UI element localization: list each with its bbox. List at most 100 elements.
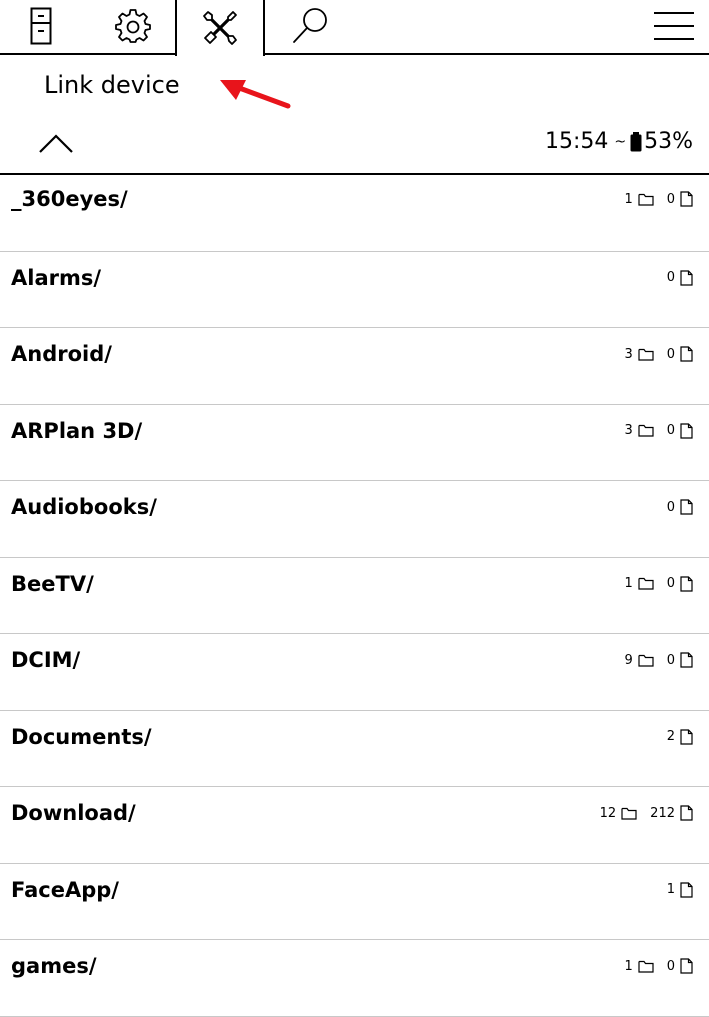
file-icon <box>680 652 693 668</box>
folder-icon-wrap <box>638 193 654 206</box>
status-bar: 15:54 ~ 53% <box>545 126 693 158</box>
list-item[interactable]: BeeTV/1 0 <box>0 558 709 634</box>
tab-search[interactable] <box>288 0 332 52</box>
folder-icon <box>638 348 654 361</box>
file-list: _360eyes/1 0 Alarms/0 Android/3 0 ARPlan 3D/3… <box>0 175 709 1017</box>
item-counts: 30 <box>624 346 693 362</box>
file-count: 0 <box>666 423 675 438</box>
folder-name: Audiobooks/ <box>11 495 157 519</box>
list-item[interactable]: DCIM/9 0 <box>0 634 709 711</box>
annotation-arrow-icon <box>220 80 291 109</box>
file-manager-icon <box>30 7 52 45</box>
file-count: 2 <box>666 729 675 744</box>
file-icon <box>680 346 693 362</box>
folder-icon <box>638 960 654 973</box>
folder-icon-wrap <box>638 654 654 667</box>
folder-icon-wrap <box>638 960 654 973</box>
folder-icon <box>621 807 637 820</box>
list-item[interactable]: ARPlan 3D/3 0 <box>0 405 709 481</box>
tools-icon <box>203 11 237 45</box>
file-icon-wrap <box>680 422 693 439</box>
folder-icon-wrap <box>638 577 654 590</box>
folder-icon <box>638 193 654 206</box>
folder-count: 3 <box>624 423 633 438</box>
chevron-up-icon <box>39 134 73 153</box>
list-item[interactable]: _360eyes/1 0 <box>0 175 709 252</box>
file-icon <box>680 881 693 898</box>
folder-name: BeeTV/ <box>11 571 94 596</box>
file-icon <box>680 269 693 286</box>
file-icon-wrap <box>680 269 693 286</box>
item-counts: 30 <box>624 422 693 439</box>
folder-icon <box>638 577 654 590</box>
folder-count: 1 <box>624 576 633 591</box>
file-icon-wrap <box>680 652 693 668</box>
folder-name: FaceApp/ <box>11 877 119 902</box>
file-count: 212 <box>650 805 675 821</box>
folder-name: Android/ <box>11 342 112 366</box>
folder-name: Alarms/ <box>11 265 102 290</box>
top-tab-bar <box>0 0 709 56</box>
file-count: 0 <box>666 576 675 591</box>
list-item[interactable]: Documents/2 <box>0 711 709 787</box>
folder-count: 1 <box>624 191 633 207</box>
item-counts: 12 212 <box>600 805 693 821</box>
folder-name: Download/ <box>11 801 136 825</box>
menu-button[interactable] <box>650 0 698 52</box>
link-device-menu-item[interactable]: Link device <box>44 68 180 102</box>
clock-time: 15:54 <box>544 129 609 154</box>
item-counts: 2 <box>666 728 693 745</box>
folder-icon-wrap <box>638 424 654 437</box>
file-icon-wrap <box>680 346 693 362</box>
file-icon-wrap <box>680 575 693 592</box>
folder-name: Documents/ <box>11 724 152 749</box>
folder-icon-wrap <box>638 348 654 361</box>
file-icon <box>680 499 693 515</box>
file-icon-wrap <box>680 191 693 207</box>
folder-name: DCIM/ <box>11 648 81 672</box>
folder-icon <box>638 654 654 667</box>
item-counts: 1 <box>667 881 693 898</box>
search-icon <box>293 8 327 43</box>
file-icon-wrap <box>680 958 693 974</box>
file-count: 0 <box>666 191 675 207</box>
list-item[interactable]: FaceApp/1 <box>0 864 709 940</box>
file-icon-wrap <box>680 881 693 898</box>
battery-percent: 53% <box>644 129 693 154</box>
file-icon-wrap <box>680 805 693 821</box>
folder-icon-wrap <box>621 807 637 820</box>
item-counts: 0 <box>667 269 693 286</box>
tab-file-manager[interactable] <box>22 0 60 52</box>
folder-count: 1 <box>624 958 633 974</box>
folder-count: 3 <box>624 346 633 362</box>
list-item[interactable]: games/1 0 <box>0 940 709 1017</box>
file-icon <box>680 728 693 745</box>
folder-name: ARPlan 3D/ <box>11 418 143 443</box>
go-up-button[interactable] <box>36 128 76 158</box>
topbar-divider <box>0 53 709 55</box>
folder-name: _360eyes/ <box>11 187 128 211</box>
item-counts: 0 <box>667 499 693 515</box>
file-count: 0 <box>666 346 675 362</box>
file-count: 0 <box>666 652 675 668</box>
list-item[interactable]: Alarms/0 <box>0 252 709 328</box>
list-item[interactable]: Download/12 212 <box>0 787 709 864</box>
folder-count: 9 <box>624 652 633 668</box>
item-counts: 90 <box>624 652 693 668</box>
file-count: 0 <box>666 958 675 974</box>
folder-count: 12 <box>599 805 617 821</box>
hamburger-menu-icon <box>654 12 694 40</box>
tab-tools[interactable] <box>175 0 265 56</box>
item-counts: 10 <box>624 575 693 592</box>
gear-icon <box>115 9 151 43</box>
list-item[interactable]: Android/3 0 <box>0 328 709 405</box>
tab-settings[interactable] <box>110 0 156 52</box>
folder-icon <box>638 424 654 437</box>
file-icon-wrap <box>680 499 693 515</box>
list-item[interactable]: Audiobooks/0 <box>0 481 709 558</box>
file-count: 0 <box>666 499 675 515</box>
item-counts: 10 <box>624 191 693 207</box>
battery-icon <box>630 132 642 152</box>
item-counts: 10 <box>624 958 693 974</box>
file-icon <box>680 805 693 821</box>
